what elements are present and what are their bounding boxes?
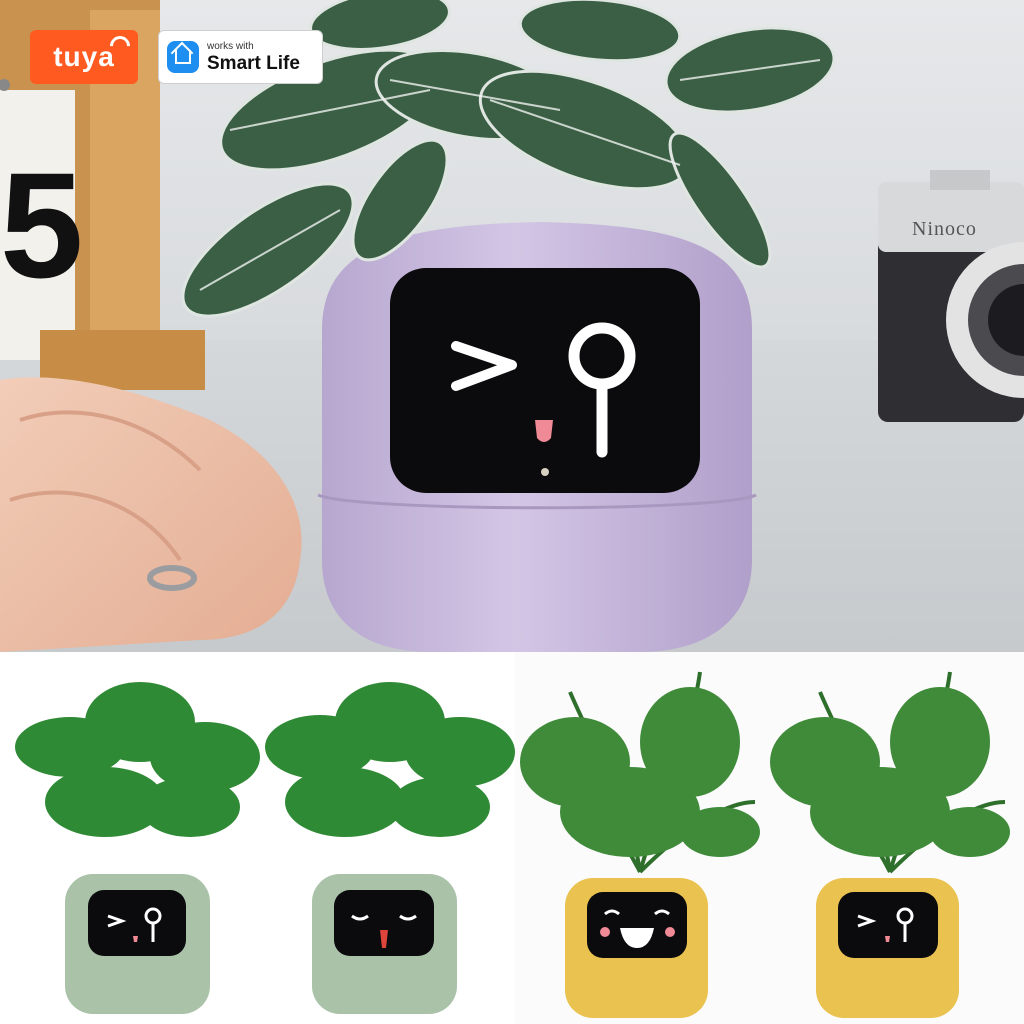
product-variants-row — [0, 652, 1024, 1024]
smart-life-house-icon — [167, 41, 199, 73]
tuya-badge: tuya — [30, 30, 138, 84]
product-photo-collage: tuya works with Smart Life 5 Ninoco — [0, 0, 1024, 1024]
works-with-text: works with — [207, 40, 254, 52]
camera-brand-text: Ninoco — [912, 218, 977, 240]
purple-pot — [317, 222, 757, 652]
brand-text: tuya — [53, 41, 115, 72]
smart-life-label: Smart Life — [207, 52, 300, 74]
pot-screen — [390, 268, 700, 493]
calendar-digit: 5 — [0, 141, 84, 309]
camera — [878, 170, 1024, 422]
smart-life-text: works with Smart Life — [207, 40, 300, 74]
smart-life-badge: works with Smart Life — [158, 30, 323, 84]
hero-photo — [0, 0, 1024, 652]
